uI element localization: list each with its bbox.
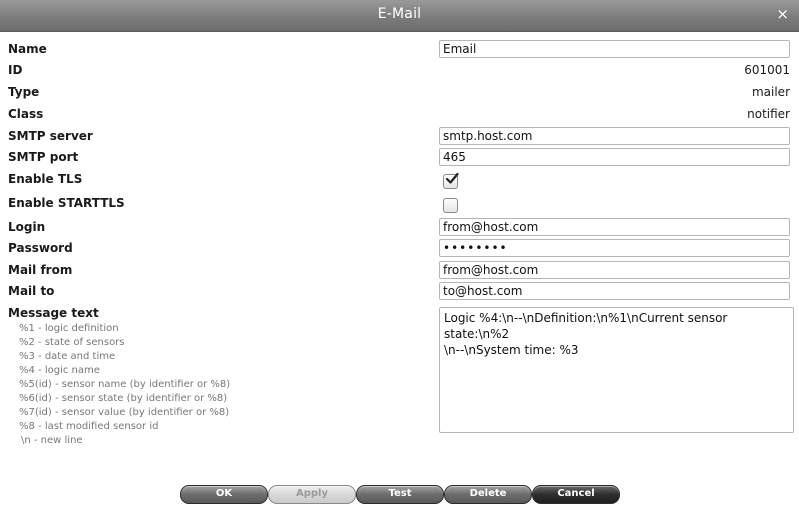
mail-to-label: Mail to (8, 284, 55, 298)
delete-button[interactable]: Delete (444, 485, 532, 504)
enable-starttls-label: Enable STARTTLS (8, 196, 125, 210)
smtp-server-input[interactable] (439, 127, 790, 145)
help-item: %1 - logic definition (19, 323, 119, 334)
help-item: %6(id) - sensor state (by identifier or … (19, 393, 228, 404)
button-bar: OK Apply Test Delete Cancel (0, 485, 799, 504)
checkmark-icon (445, 172, 459, 184)
enable-starttls-checkbox[interactable] (443, 198, 458, 213)
smtp-port-input[interactable] (439, 148, 790, 166)
smtp-server-row: SMTP server (8, 127, 790, 147)
dialog-titlebar: E-Mail × (0, 0, 799, 32)
mail-to-row: Mail to (8, 282, 790, 302)
mail-from-label: Mail from (8, 263, 73, 277)
password-row: Password (8, 239, 790, 259)
id-value: 601001 (744, 63, 790, 77)
password-input[interactable] (439, 239, 790, 257)
message-text-label: Message text (8, 306, 99, 320)
cancel-button[interactable]: Cancel (532, 485, 620, 504)
dialog-title: E-Mail (377, 6, 422, 22)
mail-from-row: Mail from (8, 261, 790, 281)
id-label: ID (8, 63, 23, 77)
id-row: ID 601001 (8, 61, 790, 81)
name-label: Name (8, 42, 47, 56)
type-value: mailer (751, 85, 790, 99)
message-text-area[interactable]: Logic %4:\n--\nDefinition:\n%1\nCurrent … (439, 307, 794, 433)
help-item: %2 - state of sensors (19, 337, 125, 348)
class-value: notifier (747, 107, 790, 121)
ok-button[interactable]: OK (180, 485, 268, 504)
placeholder-help-list: %1 - logic definition %2 - state of sens… (19, 322, 230, 448)
smtp-server-label: SMTP server (8, 129, 93, 143)
enable-tls-row: Enable TLS (8, 170, 790, 190)
help-item: %3 - date and time (19, 351, 116, 362)
enable-starttls-row: Enable STARTTLS (8, 194, 790, 214)
name-input[interactable] (439, 40, 790, 58)
close-icon[interactable]: × (776, 5, 789, 23)
help-item: %4 - logic name (19, 365, 100, 376)
help-item: %8 - last modified sensor id (19, 421, 159, 432)
help-item: %7(id) - sensor value (by identifier or … (19, 407, 230, 418)
enable-tls-checkbox[interactable] (443, 172, 459, 189)
class-row: Class notifier (8, 105, 790, 125)
smtp-port-row: SMTP port (8, 148, 790, 168)
test-button[interactable]: Test (356, 485, 444, 504)
class-label: Class (8, 107, 44, 121)
name-row: Name (8, 40, 790, 60)
login-row: Login (8, 218, 790, 238)
apply-button[interactable]: Apply (268, 485, 356, 504)
login-input[interactable] (439, 218, 790, 236)
type-label: Type (8, 85, 40, 99)
password-label: Password (8, 241, 73, 255)
enable-tls-label: Enable TLS (8, 172, 83, 186)
help-item: \n - new line (21, 435, 83, 446)
login-label: Login (8, 220, 46, 234)
smtp-port-label: SMTP port (8, 150, 79, 164)
help-item: %5(id) - sensor name (by identifier or %… (19, 379, 231, 390)
mail-to-input[interactable] (439, 282, 790, 300)
mail-from-input[interactable] (439, 261, 790, 279)
type-row: Type mailer (8, 83, 790, 103)
